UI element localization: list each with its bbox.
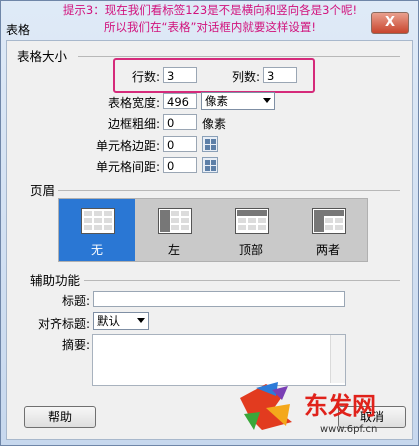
cell-padding-input[interactable]: 0 [163,136,197,152]
table-both-header-icon [312,208,346,234]
chevron-down-icon [263,98,271,103]
hint-annotation: 提示3：现在我们看标签123是不是横向和竖向各是3个呢! 所以我们在“表格”对话… [40,2,380,36]
hint-line-1: 提示3：现在我们看标签123是不是横向和竖向各是3个呢! [62,3,358,17]
header-option-label: 无 [90,243,103,257]
hint-line-2: 所以我们在“表格”对话框内就要这样设置! [103,20,317,34]
align-caption-label: 对齐标题: [37,317,90,331]
dialog-title: 表格 [6,23,31,37]
width-unit-select[interactable]: 像素 [201,92,275,110]
header-option-left[interactable]: 左 [136,199,212,261]
section-title-header: 页眉 [30,183,56,198]
table-top-header-icon [235,208,269,234]
width-unit-value: 像素 [205,94,228,108]
header-option-label: 两者 [315,243,340,257]
header-option-both[interactable]: 两者 [290,199,366,261]
divider [78,56,400,57]
cell-spacing-input[interactable]: 0 [163,157,197,173]
rows-label: 行数: [131,70,160,84]
cell-spacing-label: 单元格间距: [95,160,160,174]
cell-padding-label: 单元格边距: [95,139,160,153]
header-option-label: 顶部 [238,243,263,257]
border-label: 边框粗细: [107,117,160,131]
summary-scrollbar[interactable] [330,335,345,383]
border-input[interactable]: 0 [163,114,197,130]
divider [84,280,400,281]
chevron-down-icon [137,318,145,323]
watermark-logo: 东发网 www.6pf.cn [240,382,377,435]
divider [58,190,400,191]
svg-text:www.6pf.cn: www.6pf.cn [320,424,377,435]
cols-label: 列数: [231,70,260,84]
align-caption-select[interactable]: 默认 [93,312,149,330]
width-label: 表格宽度: [107,96,160,110]
header-option-none[interactable]: 无 [59,199,135,261]
help-button[interactable]: 帮助 [24,406,96,428]
border-unit: 像素 [202,117,227,131]
close-button[interactable]: X [371,12,409,34]
table-left-header-icon [158,208,192,234]
cols-input[interactable]: 3 [263,67,297,83]
summary-label: 摘要: [61,338,90,352]
cell-padding-grid-icon[interactable] [202,136,218,152]
width-input[interactable]: 496 [163,93,197,109]
caption-label: 标题: [61,294,90,308]
svg-text:东发网: 东发网 [304,391,376,420]
align-caption-value: 默认 [97,314,120,328]
header-option-label: 左 [167,243,180,257]
header-option-top[interactable]: 顶部 [213,199,289,261]
section-title-size: 表格大小 [17,49,68,64]
table-none-icon [81,208,115,234]
header-options: 无 左 顶部 两者 [58,198,368,262]
rows-input[interactable]: 3 [163,67,197,83]
caption-input[interactable] [93,291,345,307]
section-title-accessibility: 辅助功能 [30,273,81,288]
cell-spacing-grid-icon[interactable] [202,157,218,173]
